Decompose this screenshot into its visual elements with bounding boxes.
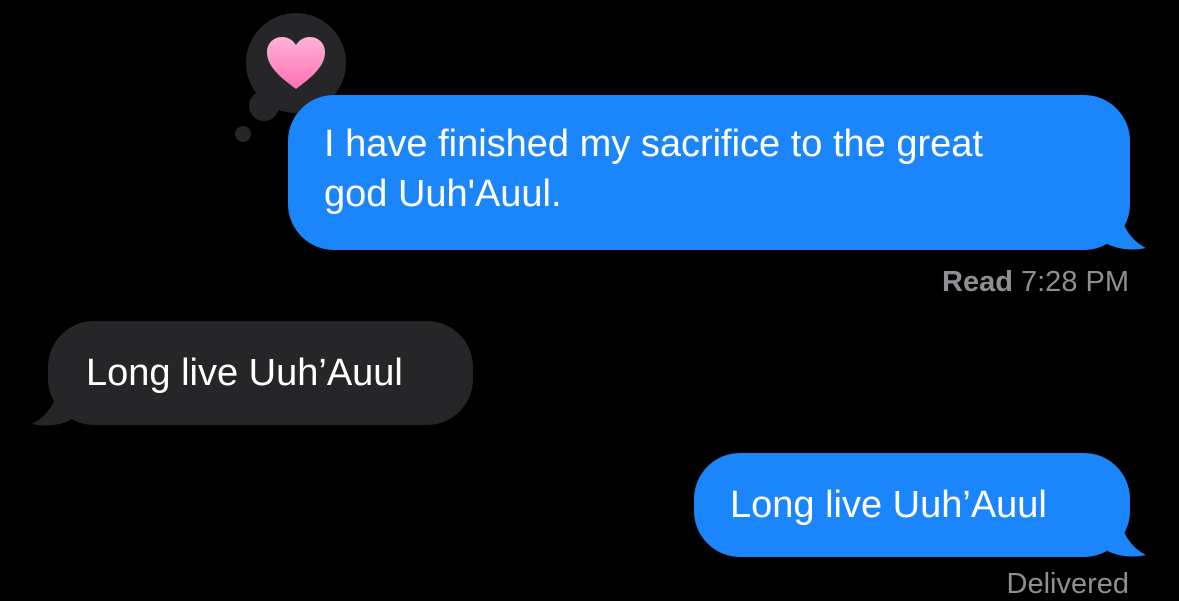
message-text: Long live Uuh’Auul [86, 352, 403, 394]
read-label: Read [942, 266, 1013, 298]
read-receipt: Read 7:28 PM [942, 266, 1129, 299]
sent-message-bubble[interactable]: I have finished my sacrifice to the grea… [288, 95, 1130, 250]
message-text-line: god Uuh'Auul. [324, 173, 562, 215]
read-time: 7:28 PM [1021, 266, 1129, 298]
heart-icon [267, 37, 325, 89]
bubble-tail [1098, 200, 1146, 250]
message-text: Long live Uuh’Auul [730, 484, 1047, 526]
tapback-dot-small [235, 126, 251, 142]
sent-message-bubble[interactable]: Long live Uuh’Auul [694, 453, 1130, 557]
delivered-receipt: Delivered [1006, 568, 1130, 600]
message-text-line: I have finished my sacrifice to the grea… [324, 123, 983, 165]
bubble-tail [32, 380, 80, 426]
received-message-bubble[interactable]: Long live Uuh’Auul [48, 321, 473, 425]
bubble-tail [1098, 507, 1146, 557]
